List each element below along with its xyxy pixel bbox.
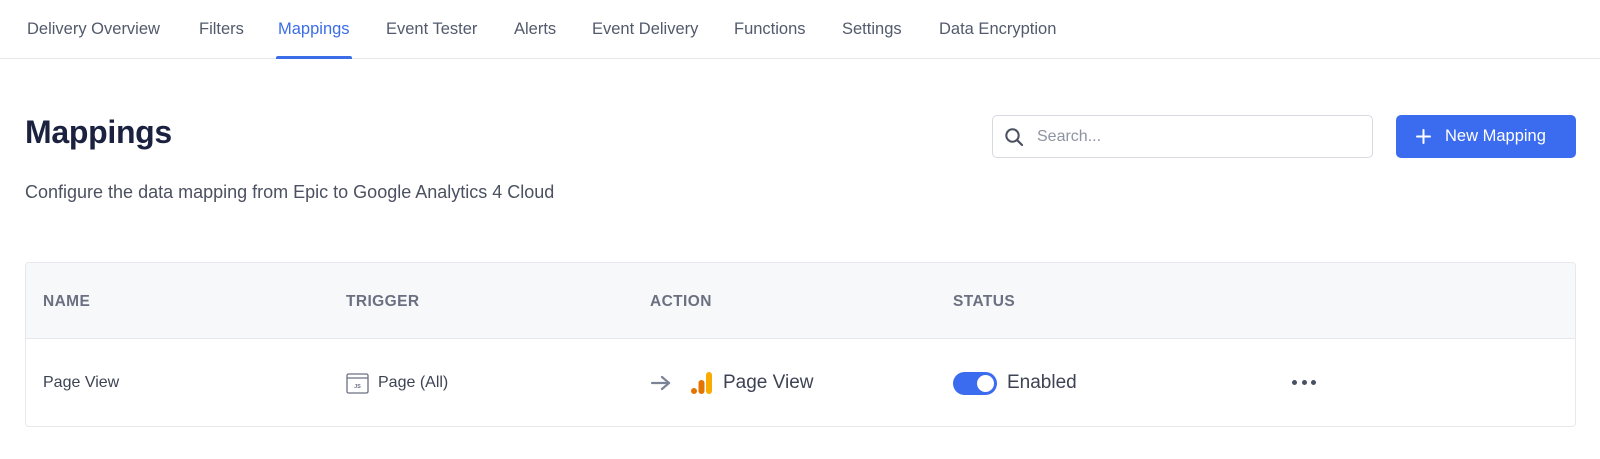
column-header-trigger: TRIGGER xyxy=(346,293,420,310)
column-header-name: NAME xyxy=(43,293,91,310)
tab-bar: Delivery Overview Filters Mappings Event… xyxy=(0,0,1600,59)
action-cell: Page View xyxy=(650,339,814,426)
trigger-label: Page (All) xyxy=(378,374,449,391)
tab-alerts[interactable]: Alerts xyxy=(514,0,556,59)
more-dot xyxy=(1301,379,1307,385)
trigger-cell: JS Page (All) xyxy=(346,339,449,426)
new-mapping-label: New Mapping xyxy=(1445,127,1546,145)
more-horizontal-icon[interactable] xyxy=(1292,374,1316,390)
tab-event-delivery[interactable]: Event Delivery xyxy=(592,0,698,59)
mappings-table: NAME TRIGGER ACTION STATUS Page View JS … xyxy=(25,262,1576,427)
search-input[interactable] xyxy=(1037,116,1367,157)
status-toggle[interactable] xyxy=(953,371,997,395)
mapping-name: Page View xyxy=(43,374,120,391)
page-subtitle: Configure the data mapping from Epic to … xyxy=(25,182,555,202)
name-cell: Page View xyxy=(43,339,120,426)
column-header-action: ACTION xyxy=(650,293,712,310)
search-icon xyxy=(1005,128,1024,147)
tab-functions[interactable]: Functions xyxy=(734,0,806,59)
toggle-knob xyxy=(977,374,994,392)
tab-mappings[interactable]: Mappings xyxy=(276,0,352,59)
page-title: Mappings xyxy=(25,114,172,150)
column-header-status: STATUS xyxy=(953,293,1016,310)
tab-delivery-overview[interactable]: Delivery Overview xyxy=(27,0,160,59)
new-mapping-button[interactable]: New Mapping xyxy=(1396,115,1576,158)
arrow-right-icon xyxy=(650,375,671,391)
tab-filters[interactable]: Filters xyxy=(199,0,244,59)
tab-data-encryption[interactable]: Data Encryption xyxy=(939,0,1056,59)
tab-settings[interactable]: Settings xyxy=(842,0,902,59)
table-row[interactable]: Page View JS Page (All) Page View Enable… xyxy=(26,339,1575,426)
plus-icon xyxy=(1416,129,1431,144)
google-analytics-icon xyxy=(691,372,712,394)
javascript-browser-icon: JS xyxy=(346,372,369,394)
status-label: Enabled xyxy=(1007,372,1077,393)
search-box xyxy=(992,115,1373,158)
action-label: Page View xyxy=(723,372,814,393)
svg-text:JS: JS xyxy=(354,384,361,390)
tab-event-tester[interactable]: Event Tester xyxy=(386,0,477,59)
status-cell: Enabled xyxy=(953,339,1077,426)
more-dot xyxy=(1292,379,1297,385)
more-dot xyxy=(1311,379,1316,385)
table-header: NAME TRIGGER ACTION STATUS xyxy=(26,263,1575,339)
